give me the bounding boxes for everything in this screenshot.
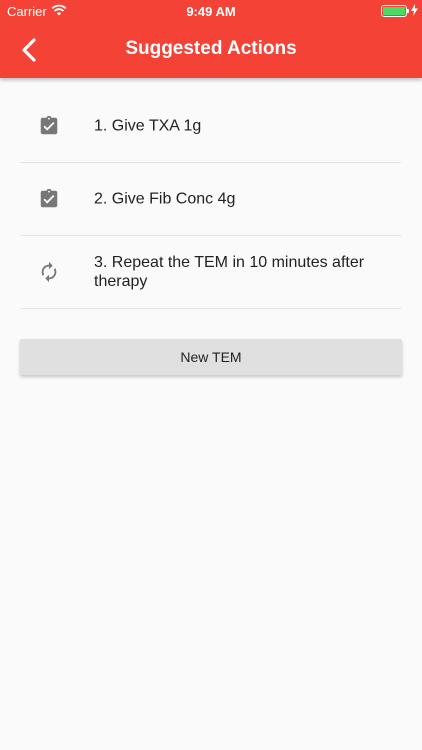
- clipboard-check-icon: [38, 188, 60, 210]
- action-item-1[interactable]: 1. Give TXA 1g: [20, 90, 401, 163]
- battery-icon: [381, 5, 407, 17]
- action-item-3[interactable]: 3. Repeat the TEM in 10 minutes after th…: [20, 236, 401, 309]
- app-bar: Carrier 9:49 AM Suggested Actions: [0, 0, 422, 78]
- action-item-2[interactable]: 2. Give Fib Conc 4g: [20, 163, 401, 236]
- status-bar: Carrier 9:49 AM: [0, 0, 422, 22]
- page-title: Suggested Actions: [125, 38, 297, 59]
- refresh-icon: [38, 261, 60, 283]
- charging-bolt-icon: [411, 4, 418, 19]
- new-tem-button[interactable]: New TEM: [20, 339, 402, 375]
- action-label: 3. Repeat the TEM in 10 minutes after th…: [94, 254, 365, 290]
- clipboard-check-icon: [38, 115, 60, 137]
- action-label: 1. Give TXA 1g: [94, 117, 202, 135]
- clock: 9:49 AM: [186, 4, 236, 19]
- battery-tip: [407, 9, 409, 13]
- actions-list: 1. Give TXA 1g 2. Give Fib Conc 4g 3. Re…: [20, 90, 401, 309]
- action-label: 2. Give Fib Conc 4g: [94, 190, 236, 208]
